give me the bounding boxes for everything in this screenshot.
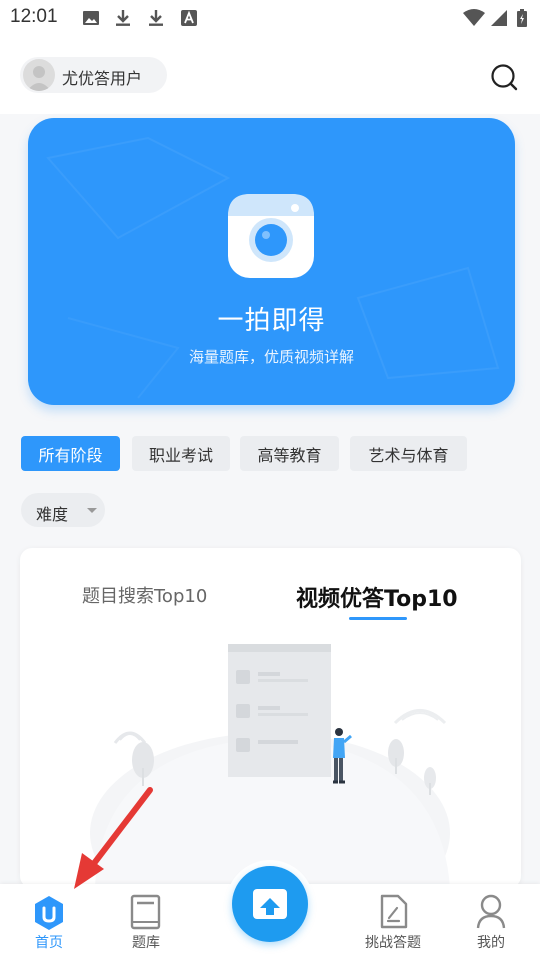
home-icon bbox=[35, 896, 63, 930]
user-chip[interactable]: 尤优答用户 bbox=[20, 57, 167, 93]
nav-center-upload[interactable] bbox=[226, 860, 314, 948]
filter-tab-arts-sports[interactable]: 艺术与体育 bbox=[350, 436, 467, 471]
difficulty-dropdown[interactable]: 难度 bbox=[21, 493, 105, 527]
upload-button[interactable] bbox=[232, 866, 308, 942]
top-bar: 尤优答用户 bbox=[0, 36, 540, 114]
camera-icon bbox=[228, 194, 314, 278]
avatar bbox=[23, 59, 55, 91]
default-avatar-icon bbox=[27, 66, 51, 91]
filter-tab-higher-education[interactable]: 高等教育 bbox=[240, 436, 339, 471]
photo-search-banner[interactable]: 一拍即得 海量题库，优质视频详解 bbox=[28, 118, 515, 405]
image-icon bbox=[83, 11, 99, 25]
book-icon bbox=[130, 894, 161, 930]
banner-subtitle: 海量题库，优质视频详解 bbox=[188, 348, 354, 366]
search-icon[interactable] bbox=[490, 63, 518, 91]
download-icon bbox=[116, 10, 130, 26]
signal-icon bbox=[491, 10, 507, 26]
nav-label: 题库 bbox=[132, 935, 160, 951]
challenge-icon bbox=[380, 894, 408, 929]
download-icon bbox=[149, 10, 163, 26]
username: 尤优答用户 bbox=[62, 69, 143, 88]
text-a-icon bbox=[181, 10, 197, 26]
ranking-card: 题目搜索Top10 视频优答Top10 bbox=[20, 548, 521, 888]
tab-video-top10[interactable]: 视频优答Top10 bbox=[296, 581, 458, 613]
filter-tab-label: 所有阶段 bbox=[38, 445, 103, 465]
upload-camera-icon bbox=[253, 889, 287, 919]
nav-label: 首页 bbox=[35, 935, 63, 951]
filter-tab-label: 职业考试 bbox=[148, 445, 213, 465]
caret-down-icon bbox=[87, 508, 97, 513]
active-tab-indicator bbox=[349, 617, 407, 620]
battery-icon bbox=[517, 9, 527, 27]
tab-search-top10[interactable]: 题目搜索Top10 bbox=[82, 582, 207, 608]
status-time: 12:01 bbox=[10, 6, 58, 27]
filter-tab-label: 高等教育 bbox=[257, 445, 322, 465]
filter-tab-all-stages[interactable]: 所有阶段 bbox=[21, 436, 120, 471]
nav-label: 挑战答题 bbox=[365, 935, 421, 951]
filter-tab-professional-exam[interactable]: 职业考试 bbox=[132, 436, 230, 471]
status-bar: 12:01 bbox=[0, 0, 540, 36]
empty-state-illustration bbox=[90, 644, 450, 888]
filter-tab-label: 艺术与体育 bbox=[368, 445, 449, 465]
difficulty-label: 难度 bbox=[36, 505, 69, 524]
profile-icon bbox=[476, 894, 506, 929]
nav-label: 我的 bbox=[477, 935, 505, 951]
nav-profile[interactable]: 我的 bbox=[451, 884, 531, 960]
banner-title: 一拍即得 bbox=[217, 306, 326, 336]
nav-challenge[interactable]: 挑战答题 bbox=[353, 884, 433, 960]
wifi-icon bbox=[463, 9, 485, 26]
nav-question-bank[interactable]: 题库 bbox=[106, 884, 186, 960]
nav-home[interactable]: 首页 bbox=[9, 884, 89, 960]
